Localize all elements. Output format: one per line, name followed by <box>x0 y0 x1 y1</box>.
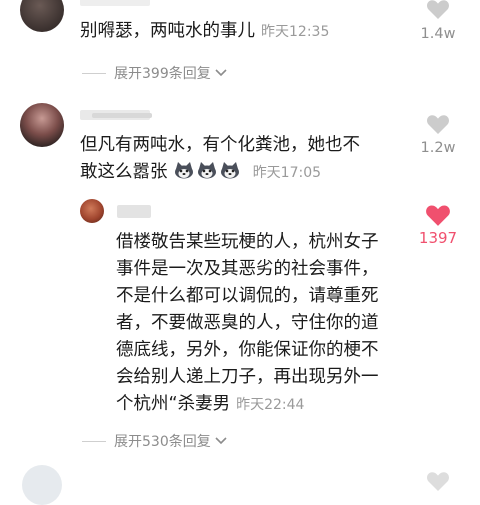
like-button[interactable] <box>426 0 450 20</box>
comment: 但凡有两吨水，有个化粪池，她也不 敢这么嚣张 昨天17:05 <box>80 132 410 186</box>
avatar[interactable] <box>80 199 104 223</box>
expand-replies-label: 展开399条回复 <box>114 66 211 82</box>
reply-text-last-line: 个杭州“杀妻男 <box>116 394 231 414</box>
husky-emoji-icon <box>197 162 216 179</box>
like-count-liked: 1397 <box>418 229 458 247</box>
heart-filled-icon <box>426 205 450 226</box>
divider-line <box>82 440 106 442</box>
avatar[interactable] <box>20 103 64 147</box>
like-button[interactable] <box>426 113 450 135</box>
comment: 别嘚瑟，两吨水的事儿 昨天12:35 <box>80 18 329 45</box>
like-button-liked[interactable] <box>425 203 451 227</box>
avatar[interactable] <box>22 465 62 505</box>
reply-time: 昨天22:44 <box>236 397 305 413</box>
avatar[interactable] <box>20 0 64 32</box>
comment-text-line2-row: 敢这么嚣张 昨天17:05 <box>80 159 410 186</box>
reply-comment: 借楼敬告某些玩梗的人，杭州女子 事件是一次及其恶劣的社会事件， 不是什么都可以调… <box>116 229 416 418</box>
heart-outline-icon <box>427 0 449 19</box>
comment-time: 昨天12:35 <box>261 24 330 40</box>
reply-text-line: 不是什么都可以调侃的，请尊重死 <box>116 286 379 306</box>
expand-replies-button[interactable]: 展开399条回复 <box>82 63 227 83</box>
chevron-down-icon <box>215 65 227 81</box>
like-count: 1.2w <box>420 140 456 156</box>
reply-text-line: 借楼敬告某些玩梗的人，杭州女子 <box>116 232 379 252</box>
husky-emoji-icon <box>174 162 193 179</box>
expand-replies-button[interactable]: 展开530条回复 <box>82 431 227 451</box>
divider-line <box>82 72 106 74</box>
reply-text-line: 事件是一次及其恶劣的社会事件， <box>116 259 379 279</box>
reply-text-line: 者，不要做恶臭的人，守住你的道 <box>116 313 379 333</box>
comment-text-line2: 敢这么嚣张 <box>80 162 168 182</box>
reply-text-line: 德底线，另外，你能保证你的梗不 <box>116 340 379 360</box>
comment-text: 别嘚瑟，两吨水的事儿 <box>80 21 255 41</box>
reply-last-row: 个杭州“杀妻男 昨天22:44 <box>116 391 416 418</box>
username-blurred-extra <box>92 113 152 118</box>
expand-replies-label: 展开530条回复 <box>114 434 211 450</box>
chevron-down-icon <box>215 433 227 449</box>
username-blurred[interactable] <box>117 205 151 218</box>
like-count: 1.4w <box>420 26 456 42</box>
username-blurred[interactable] <box>80 0 150 6</box>
husky-emoji-icon <box>220 162 239 179</box>
heart-outline-icon <box>427 472 449 491</box>
reply-text-line: 会给别人递上刀子，再出现另外一 <box>116 367 379 387</box>
emoji-group <box>173 162 247 181</box>
comment-text-line1: 但凡有两吨水，有个化粪池，她也不 <box>80 135 360 155</box>
comment-time: 昨天17:05 <box>252 165 322 181</box>
heart-outline-icon <box>427 115 449 134</box>
like-button[interactable] <box>426 470 450 492</box>
